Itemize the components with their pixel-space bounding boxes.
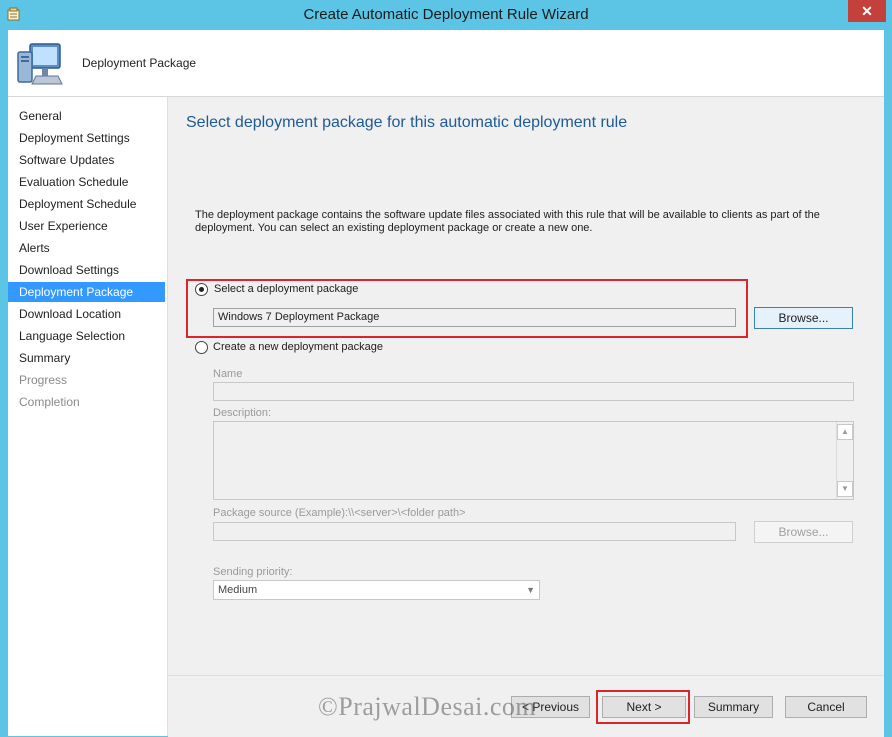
create-package-radio[interactable] [195, 341, 208, 354]
sending-priority-label: Sending priority: [213, 566, 293, 578]
wizard-page: Select deployment package for this autom… [168, 97, 884, 736]
nav-item-download-settings[interactable]: Download Settings [8, 260, 167, 280]
nav-item-progress: Progress [19, 373, 68, 387]
highlight-box-package [186, 279, 748, 338]
close-button[interactable]: ✕ [848, 0, 886, 22]
sending-priority-value: Medium [218, 584, 258, 596]
package-source-field[interactable] [213, 522, 736, 541]
window-title: Create Automatic Deployment Rule Wizard [303, 6, 589, 23]
summary-button[interactable]: Summary [694, 696, 773, 718]
name-label: Name [213, 368, 243, 380]
wizard-footer: < Previous Next > Summary Cancel ©Prajwa… [168, 675, 884, 737]
nav-item-deployment-schedule[interactable]: Deployment Schedule [8, 194, 167, 214]
highlight-box-next [596, 690, 690, 724]
nav-item-user-experience[interactable]: User Experience [8, 216, 167, 236]
nav-item-summary[interactable]: Summary [8, 348, 167, 368]
browse-package-button[interactable]: Browse... [754, 307, 853, 329]
scroll-down-icon[interactable]: ▼ [837, 481, 853, 497]
nav-item-deployment-package[interactable]: Deployment Package [8, 282, 165, 302]
page-heading: Select deployment package for this autom… [186, 114, 628, 131]
nav-item-alerts[interactable]: Alerts [8, 238, 167, 258]
wizard-window: Deployment Package General Deployment Se… [8, 30, 884, 737]
header-title: Deployment Package [82, 56, 197, 70]
title-bar: Create Automatic Deployment Rule Wizard … [0, 0, 892, 30]
chevron-down-icon: ▼ [526, 585, 535, 595]
browse-source-button[interactable]: Browse... [754, 521, 853, 543]
nav-item-evaluation-schedule[interactable]: Evaluation Schedule [8, 172, 167, 192]
description-field[interactable]: ▲ ▼ [213, 421, 854, 500]
watermark: ©PrajwalDesai.com [318, 692, 537, 721]
name-field[interactable] [213, 382, 854, 401]
nav-item-download-location[interactable]: Download Location [8, 304, 167, 324]
sending-priority-select[interactable]: Medium ▼ [213, 580, 540, 600]
computer-icon [17, 43, 63, 85]
create-package-label[interactable]: Create a new deployment package [213, 341, 383, 353]
nav-item-deployment-settings[interactable]: Deployment Settings [8, 128, 167, 148]
description-scrollbar[interactable]: ▲ ▼ [836, 422, 853, 499]
nav-item-software-updates[interactable]: Software Updates [8, 150, 167, 170]
wizard-header: Deployment Package [8, 30, 884, 97]
page-description: The deployment package contains the soft… [195, 209, 820, 234]
scroll-up-icon[interactable]: ▲ [837, 424, 853, 440]
nav-item-completion: Completion [19, 395, 80, 409]
description-label: Description: [213, 407, 272, 419]
cancel-button[interactable]: Cancel [785, 696, 867, 718]
nav-item-language-selection[interactable]: Language Selection [8, 326, 167, 346]
package-source-label: Package source (Example):\\<server>\<fol… [213, 507, 466, 519]
wizard-nav: General Deployment Settings Software Upd… [8, 97, 168, 736]
nav-item-general[interactable]: General [8, 106, 167, 126]
